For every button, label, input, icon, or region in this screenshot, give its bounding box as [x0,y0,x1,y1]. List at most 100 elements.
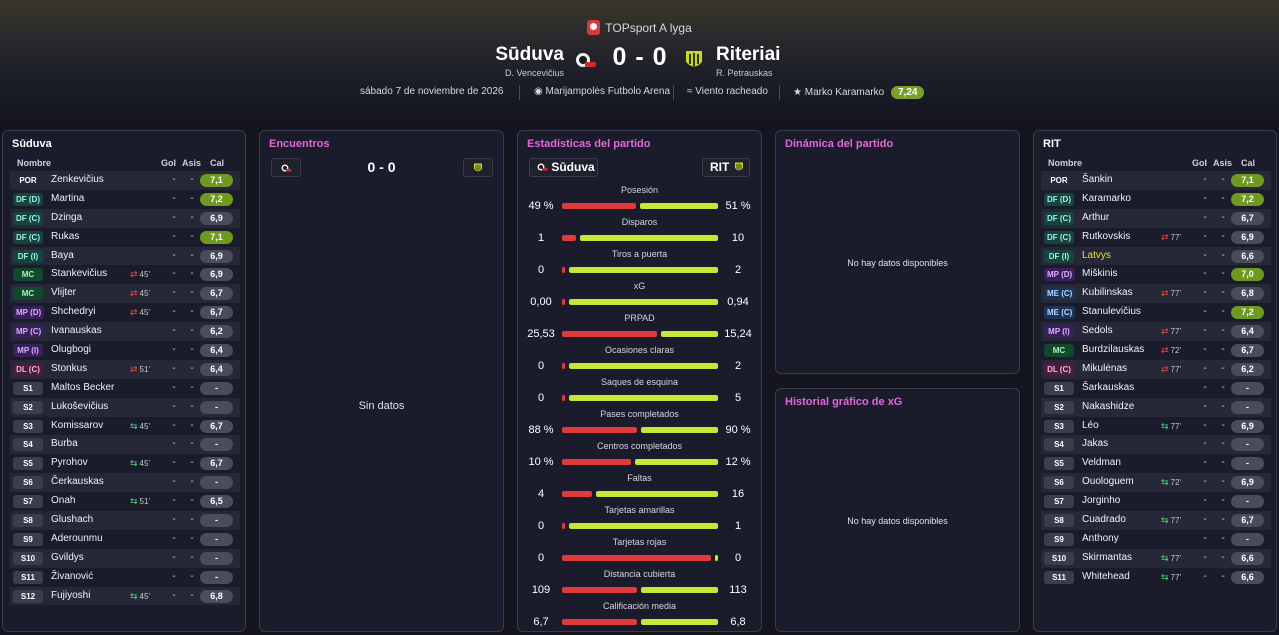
player-row[interactable]: S6 Čerkauskas - - - [10,473,240,493]
away-team-selector[interactable] [463,158,493,177]
player-name[interactable]: Skirmantas [1082,552,1132,563]
player-name[interactable]: Sedols [1082,325,1113,336]
player-row[interactable]: MC Burdzilauskas ⇄ 72' - -6,7 [1041,341,1271,360]
home-team-name[interactable]: Sūduva [495,44,564,66]
player-row[interactable]: S7 Jorginho - - - [1041,492,1271,511]
player-row[interactable]: DL (C) Stonkus ⇄ 51' - -6,4 [10,359,240,379]
player-row[interactable]: S11 Živanović - - - [10,568,240,587]
player-name[interactable]: Burba [51,438,78,449]
player-name[interactable]: Glushach [51,514,93,525]
away-crest-icon[interactable] [682,48,706,72]
home-stats-tab[interactable]: Sūduva [529,158,598,177]
player-name[interactable]: Onah [51,495,75,506]
player-row[interactable]: S5 Veldman - - - [1041,454,1271,473]
player-row[interactable]: DF (C) Arthur - -6,7 [1041,208,1271,228]
player-row[interactable]: S10 Skirmantas ⇆ 77' - -6,6 [1041,548,1271,568]
player-name[interactable]: Maltos Becker [51,382,114,393]
player-name[interactable]: Latvys [1082,250,1111,261]
player-row[interactable]: S7 Onah ⇆ 51' - -6,5 [10,492,240,511]
player-name[interactable]: Cuadrado [1082,514,1126,525]
player-name[interactable]: Veldman [1082,457,1121,468]
player-name[interactable]: Rukas [51,231,79,242]
player-name[interactable]: Whitehead [1082,571,1130,582]
player-row[interactable]: ME (C) Stanulevičius - -7,2 [1041,303,1271,322]
player-name[interactable]: Fujiyoshi [51,590,90,601]
player-row[interactable]: S9 Aderounmu - - - [10,530,240,549]
player-name[interactable]: Karamarko [1082,193,1131,204]
player-row[interactable]: DF (C) Dzinga - -6,9 [10,208,240,228]
player-row[interactable]: MC Stankevičius ⇄ 45' - -6,9 [10,265,240,284]
player-name[interactable]: Miškinis [1082,268,1118,279]
player-name[interactable]: Vlijter [51,287,76,298]
player-row[interactable]: MP (D) Miškinis - -7,0 [1041,265,1271,284]
player-name[interactable]: Gvildys [51,552,84,563]
player-row[interactable]: MP (I) Olugbogi - -6,4 [10,341,240,360]
player-name[interactable]: Burdzilauskas [1082,344,1144,355]
player-name[interactable]: Rutkovskis [1082,231,1130,242]
player-row[interactable]: S10 Gvildys - - - [10,548,240,568]
player-row[interactable]: DF (D) Martina - -7,2 [10,190,240,209]
player-row[interactable]: DF (C) Rutkovskis ⇄ 77' - -6,9 [1041,228,1271,247]
player-row[interactable]: S3 Komissarov ⇆ 45' - -6,7 [10,417,240,436]
player-name[interactable]: Léo [1082,420,1099,431]
player-name[interactable]: Jorginho [1082,495,1120,506]
player-name[interactable]: Lukoševičius [51,401,108,412]
player-name[interactable]: Šankin [1082,174,1113,185]
away-team-name[interactable]: Riteriai [716,44,780,66]
away-coach[interactable]: R. Petrauskas [716,68,773,78]
player-row[interactable]: S4 Burba - - - [10,435,240,455]
player-name[interactable]: Olugbogi [51,344,91,355]
player-name[interactable]: Kubilinskas [1082,287,1133,298]
player-name[interactable]: Šarkauskas [1082,382,1134,393]
player-name[interactable]: Shchedryi [51,306,95,317]
player-name[interactable]: Baya [51,250,74,261]
player-name[interactable]: Ivanauskas [51,325,102,336]
player-row[interactable]: DF (D) Karamarko - -7,2 [1041,190,1271,209]
player-row[interactable]: POR Zenkevičius - -7,1 [10,171,240,190]
player-name[interactable]: Anthony [1082,533,1119,544]
player-row[interactable]: S11 Whitehead ⇆ 77' - -6,6 [1041,568,1271,587]
player-row[interactable]: ME (C) Kubilinskas ⇄ 77' - -6,8 [1041,284,1271,304]
player-row[interactable]: S12 Fujiyoshi ⇆ 45' - -6,8 [10,586,240,606]
player-row[interactable]: S2 Lukoševičius - - - [10,397,240,417]
player-row[interactable]: MC Vlijter ⇄ 45' - -6,7 [10,284,240,304]
player-of-match[interactable]: ★ Marko Karamarko 7,24 [793,86,925,99]
player-row[interactable]: S9 Anthony - - - [1041,530,1271,549]
player-name[interactable]: Ouologuem [1082,476,1134,487]
player-row[interactable]: MP (I) Sedols ⇄ 77' - -6,4 [1041,322,1271,342]
player-name[interactable]: Stonkus [51,363,87,374]
player-name[interactable]: Komissarov [51,420,103,431]
player-row[interactable]: S1 Šarkauskas - - - [1041,379,1271,398]
stadium-info[interactable]: ◉ Marijampolės Futbolo Arena [534,86,670,97]
player-row[interactable]: S2 Nakashidze - - - [1041,397,1271,417]
player-name[interactable]: Nakashidze [1082,401,1134,412]
player-row[interactable]: S4 Jakas - - - [1041,435,1271,455]
player-row[interactable]: S1 Maltos Becker - - - [10,379,240,398]
player-row[interactable]: POR Šankin - -7,1 [1041,171,1271,190]
player-name[interactable]: Mikulėnas [1082,363,1127,374]
player-row[interactable]: S8 Cuadrado ⇆ 77' - -6,7 [1041,511,1271,530]
player-row[interactable]: DF (C) Rukas - -7,1 [10,228,240,247]
player-name[interactable]: Živanović [51,571,93,582]
player-row[interactable]: S5 Pyrohov ⇆ 45' - -6,7 [10,454,240,473]
player-row[interactable]: S8 Glushach - - - [10,511,240,530]
player-name[interactable]: Aderounmu [51,533,103,544]
player-row[interactable]: MP (D) Shchedryi ⇄ 45' - -6,7 [10,303,240,322]
player-name[interactable]: Martina [51,193,84,204]
player-name[interactable]: Stankevičius [51,268,107,279]
away-stats-tab[interactable]: RIT [702,158,750,177]
player-name[interactable]: Dzinga [51,212,82,223]
player-name[interactable]: Jakas [1082,438,1108,449]
home-crest-icon[interactable] [573,48,597,72]
player-name[interactable]: Čerkauskas [51,476,104,487]
player-row[interactable]: S6 Ouologuem ⇆ 72' - -6,9 [1041,473,1271,493]
player-name[interactable]: Arthur [1082,212,1109,223]
player-name[interactable]: Stanulevičius [1082,306,1141,317]
player-row[interactable]: DF (I) Baya - -6,9 [10,246,240,266]
player-row[interactable]: S3 Léo ⇆ 77' - -6,9 [1041,417,1271,436]
league-label[interactable]: TOPsport A lyga [0,20,1279,35]
player-row[interactable]: DL (C) Mikulėnas ⇄ 77' - -6,2 [1041,359,1271,379]
player-name[interactable]: Zenkevičius [51,174,104,185]
player-name[interactable]: Pyrohov [51,457,88,468]
player-row[interactable]: MP (C) Ivanauskas - -6,2 [10,322,240,342]
